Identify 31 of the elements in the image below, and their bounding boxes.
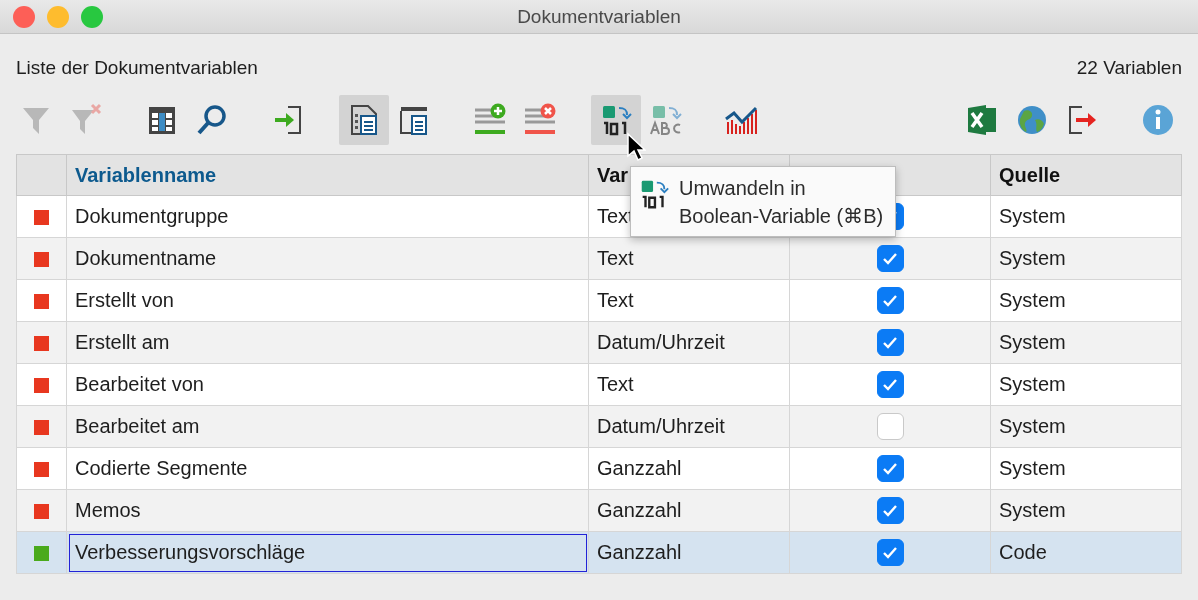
table-cell: Ganzzahl (597, 457, 682, 479)
table-cell: Bearbeitet am (75, 415, 200, 437)
table-cell: Verbesserungsvorschläge (75, 541, 306, 563)
table-cell: Memos (75, 499, 141, 521)
window-title: Dokumentvariablen (517, 5, 681, 28)
table-cell: Erstellt von (75, 289, 174, 311)
table-cell: Ganzzahl (597, 499, 682, 521)
table-cell: Ganzzahl (597, 541, 682, 563)
table-cell: Code (999, 541, 1047, 563)
table-cell: Dokumentgruppe (75, 205, 229, 227)
tooltip-text: Boolean-Variable (⌘B) (679, 204, 884, 228)
table-cell: System (999, 457, 1066, 479)
list-title: Liste der Dokumentvariablen (16, 57, 258, 79)
table-cell: Dokumentname (75, 247, 217, 269)
table-cell: System (999, 289, 1066, 311)
table-cell: Codierte Segmente (75, 457, 248, 479)
table-cell: Text (597, 373, 634, 395)
table-cell: System (999, 247, 1066, 269)
table-cell: Text (597, 247, 634, 269)
table-cell: Bearbeitet von (75, 373, 204, 395)
table-cell: System (999, 415, 1066, 437)
table-cell: Erstellt am (75, 331, 170, 353)
table-cell: Datum/Uhrzeit (597, 415, 725, 437)
table-cell: System (999, 373, 1066, 395)
table-cell: Text (597, 289, 634, 311)
table-cell: System (999, 331, 1066, 353)
table-cell: System (999, 205, 1066, 227)
variable-count: 22 Variablen (1076, 57, 1182, 79)
table-cell: Datum/Uhrzeit (597, 331, 725, 353)
table-cell: System (999, 499, 1066, 521)
tooltip-text: Umwandeln in (679, 177, 807, 200)
